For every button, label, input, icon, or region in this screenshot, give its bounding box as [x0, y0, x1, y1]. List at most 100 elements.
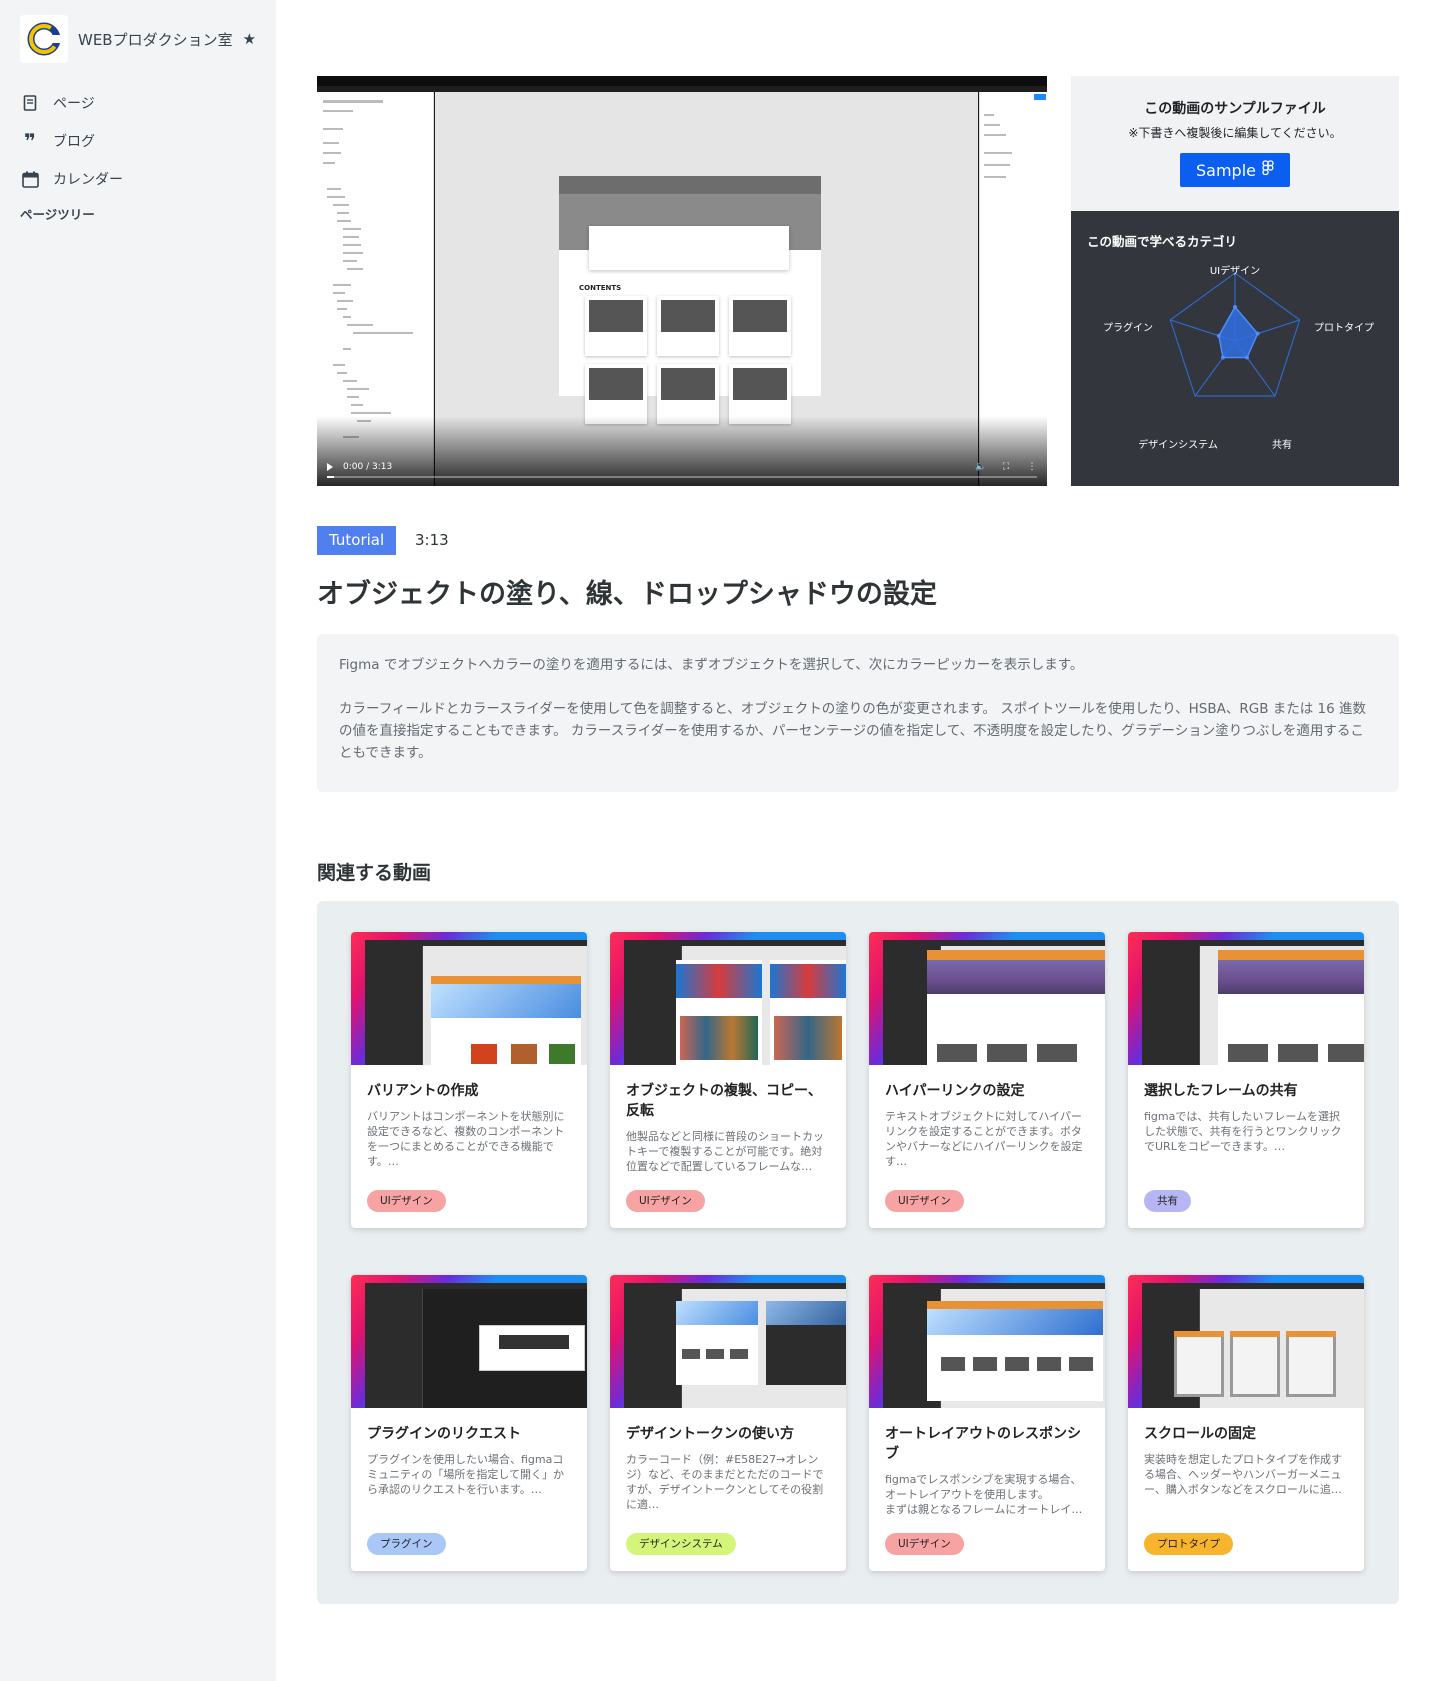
- card-excerpt: 実装時を想定したプロトタイプを作成する場合、ヘッダーやハンバーガーメニュー、購入…: [1144, 1453, 1342, 1496]
- card-body: ハイパーリンクの設定テキストオブジェクトに対してハイパーリンクを設定することがで…: [869, 1065, 1105, 1169]
- radar-axis-label: UIデザイン: [1209, 266, 1261, 277]
- sidebar-nav: ページ ❞ ブログ カレンダー: [20, 84, 256, 198]
- radar-axis-label: プロトタイプ: [1314, 323, 1374, 334]
- page-title: オブジェクトの塗り、線、ドロップシャドウの設定: [317, 579, 937, 610]
- category-tag[interactable]: UIデザイン: [885, 1190, 964, 1212]
- card-body: プラグインのリクエストプラグインを使用したい場合、figmaコミュニティの「場所…: [351, 1408, 587, 1497]
- related-video-card[interactable]: ハイパーリンクの設定テキストオブジェクトに対してハイパーリンクを設定することがで…: [869, 932, 1105, 1228]
- sidebar: WEBプロダクション室 ★ ページ ❞ ブログ カレンダー ページツリー: [0, 0, 276, 1681]
- video-thumbnail: [351, 932, 587, 1065]
- video-thumbnail: [610, 932, 846, 1065]
- type-badge: Tutorial: [317, 526, 397, 555]
- nav-item-calendar[interactable]: カレンダー: [20, 160, 256, 198]
- card-excerpt: figmaでレスポンシブを実現する場合、オートレイアウトを使用します。 まずは親…: [885, 1473, 1083, 1516]
- card-body: デザイントークンの使い方カラーコード（例：#E58E27→オレンジ）など、そのま…: [610, 1408, 846, 1512]
- card-excerpt: テキストオブジェクトに対してハイパーリンクを設定することができます。ボタンやバナ…: [885, 1110, 1083, 1168]
- quote-icon: ❞: [24, 129, 36, 153]
- radar-point: [1221, 355, 1226, 360]
- related-video-card[interactable]: デザイントークンの使い方カラーコード（例：#E58E27→オレンジ）など、そのま…: [610, 1275, 846, 1571]
- category-tag[interactable]: プラグイン: [367, 1533, 446, 1555]
- brand[interactable]: WEBプロダクション室 ★: [20, 15, 256, 63]
- related-video-card[interactable]: 選択したフレームの共有 figmaでは、共有したいフレームを選択した状態で、共有を…: [1128, 932, 1364, 1228]
- more-options-icon[interactable]: ⋮: [1027, 462, 1037, 472]
- category-tag[interactable]: 共有: [1144, 1190, 1191, 1212]
- video-time: 0:00 / 3:13: [343, 462, 393, 472]
- sample-note: ※下書きへ複製後に編集してください。: [1128, 126, 1342, 140]
- radar-point: [1244, 355, 1249, 360]
- video-thumbnail: [351, 1275, 587, 1408]
- card-title[interactable]: バリアントの作成: [367, 1081, 571, 1101]
- card-body: オブジェクトの複製、コピー、反転 他製品などと同様に普段のショートカットキーで複製…: [610, 1065, 846, 1174]
- card-body: スクロールの固定実装時を想定したプロトタイプを作成する場合、ヘッダーやハンバーガ…: [1128, 1408, 1364, 1497]
- category-tag[interactable]: プロトタイプ: [1144, 1533, 1233, 1555]
- video-thumbnail: [869, 932, 1105, 1065]
- nav-label: カレンダー: [53, 172, 123, 188]
- related-video-card[interactable]: バリアントの作成バリアントはコンポーネントを状態別に設定できるなど、複数のコンポ…: [351, 932, 587, 1228]
- radar-point: [1216, 333, 1221, 338]
- description-paragraph: カラーフィールドとカラースライダーを使用して色を調整すると、オブジェクトの塗りの…: [339, 701, 1367, 761]
- card-body: 選択したフレームの共有 figmaでは、共有したいフレームを選択した状態で、共有を…: [1128, 1065, 1364, 1154]
- video-thumbnail: [1128, 932, 1364, 1065]
- video-frame-preview: CONTENTS: [559, 176, 821, 424]
- card-excerpt: バリアントはコンポーネントを状態別に設定できるなど、複数のコンポーネントを一つに…: [367, 1110, 565, 1168]
- sample-button-label: Sample: [1196, 160, 1256, 180]
- volume-icon[interactable]: 🔈: [975, 462, 986, 472]
- video-titlebar: [317, 76, 1047, 86]
- related-videos-grid: バリアントの作成バリアントはコンポーネントを状態別に設定できるなど、複数のコンポ…: [317, 901, 1399, 1604]
- card-body: オートレイアウトのレスポンシブ figmaでレスポンシブを実現する場合、オートレイ…: [869, 1408, 1105, 1517]
- video-controls: 0:00 / 3:13 🔈 ⛶ ⋮: [327, 462, 1037, 472]
- page-tree-title: ページツリー: [20, 207, 95, 222]
- radar-point: [1233, 305, 1237, 309]
- card-excerpt: figmaでは、共有したいフレームを選択した状態で、共有を行うとワンクリックでU…: [1144, 1110, 1342, 1153]
- radar-axis-label: プラグイン: [1103, 323, 1153, 334]
- video-thumbnail: [610, 1275, 846, 1408]
- site-name[interactable]: WEBプロダクション室: [78, 29, 233, 50]
- radar-value-area: [1218, 305, 1259, 359]
- sample-title: この動画のサンプルファイル: [1144, 101, 1326, 117]
- related-videos-title: 関連する動画: [317, 862, 432, 884]
- sample-file-panel: この動画のサンプルファイル ※下書きへ複製後に編集してください。 Sample: [1071, 76, 1399, 211]
- nav-item-pages[interactable]: ページ: [20, 84, 256, 122]
- related-video-card[interactable]: スクロールの固定実装時を想定したプロトタイプを作成する場合、ヘッダーやハンバーガ…: [1128, 1275, 1364, 1571]
- figma-icon: [1262, 160, 1274, 180]
- category-radar-panel: この動画で学べるカテゴリ UIデザイン プロトタイプ 共有 デザインシステム プラグイン: [1071, 211, 1399, 486]
- document-icon: [20, 93, 40, 113]
- video-thumbnail: [1128, 1275, 1364, 1408]
- fullscreen-icon[interactable]: ⛶: [1001, 462, 1011, 472]
- description-box: Figma でオブジェクトへカラーの塗りを適用するには、まずオブジェクトを選択し…: [317, 634, 1399, 792]
- video-progress-bar[interactable]: [327, 476, 1037, 478]
- radar-axis-label: 共有: [1272, 440, 1292, 451]
- card-excerpt: 他製品などと同様に普段のショートカットキーで複製することが可能です。絶対位置など…: [626, 1130, 824, 1173]
- video-thumbnail: [869, 1275, 1105, 1408]
- card-title[interactable]: オートレイアウトのレスポンシブ: [885, 1424, 1089, 1464]
- related-video-card[interactable]: オートレイアウトのレスポンシブ figmaでレスポンシブを実現する場合、オートレイ…: [869, 1275, 1105, 1571]
- calendar-icon: [20, 169, 40, 189]
- card-title[interactable]: ハイパーリンクの設定: [885, 1081, 1089, 1101]
- card-excerpt: プラグインを使用したい場合、figmaコミュニティの「場所を指定して開く」から承…: [367, 1453, 565, 1496]
- nav-label: ページ: [53, 96, 95, 112]
- card-title[interactable]: 選択したフレームの共有: [1144, 1081, 1348, 1101]
- card-body: バリアントの作成バリアントはコンポーネントを状態別に設定できるなど、複数のコンポ…: [351, 1065, 587, 1169]
- card-title[interactable]: デザイントークンの使い方: [626, 1424, 830, 1444]
- category-tag[interactable]: デザインシステム: [626, 1533, 736, 1555]
- card-title[interactable]: スクロールの固定: [1144, 1424, 1348, 1444]
- video-player[interactable]: CONTENTS 0:00 / 3:13 🔈 ⛶ ⋮: [317, 76, 1047, 486]
- category-tag[interactable]: UIデザイン: [367, 1190, 446, 1212]
- card-title[interactable]: プラグインのリクエスト: [367, 1424, 571, 1444]
- card-excerpt: カラーコード（例：#E58E27→オレンジ）など、そのままだとただのコードですが…: [626, 1453, 824, 1511]
- description-paragraph: Figma でオブジェクトへカラーの塗りを適用するには、まずオブジェクトを選択し…: [339, 657, 1084, 673]
- nav-label: ブログ: [53, 134, 95, 150]
- card-title[interactable]: オブジェクトの複製、コピー、反転: [626, 1081, 830, 1121]
- radar-point: [1255, 331, 1260, 336]
- category-tag[interactable]: UIデザイン: [626, 1190, 705, 1212]
- radar-axis-label: デザインシステム: [1138, 440, 1218, 451]
- category-tag[interactable]: UIデザイン: [885, 1533, 964, 1555]
- nav-item-blog[interactable]: ❞ ブログ: [20, 122, 256, 160]
- video-duration: 3:13: [415, 531, 449, 549]
- star-icon[interactable]: ★: [243, 30, 256, 48]
- related-video-card[interactable]: オブジェクトの複製、コピー、反転 他製品などと同様に普段のショートカットキーで複製…: [610, 932, 846, 1228]
- play-icon[interactable]: [327, 463, 333, 471]
- related-video-card[interactable]: プラグインのリクエストプラグインを使用したい場合、figmaコミュニティの「場所…: [351, 1275, 587, 1571]
- sample-button[interactable]: Sample: [1180, 153, 1290, 187]
- site-logo[interactable]: [20, 15, 68, 63]
